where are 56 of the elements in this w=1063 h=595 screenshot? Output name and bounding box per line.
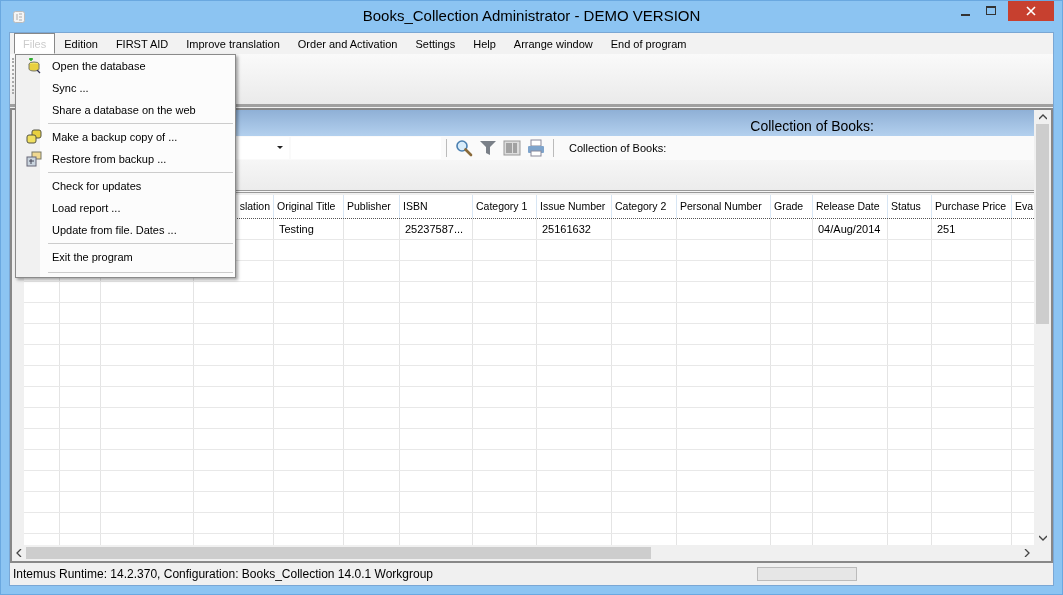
printer-icon[interactable] [527, 139, 545, 157]
scroll-up-icon[interactable] [1038, 114, 1047, 120]
menu-item[interactable]: FIRST AID [106, 33, 178, 54]
close-icon [1026, 6, 1036, 16]
column-header[interactable]: ISBN [400, 195, 473, 218]
menu-item[interactable]: Check for updates [16, 175, 235, 197]
restore-icon [26, 151, 42, 167]
scroll-thumb[interactable] [26, 547, 651, 559]
filter-icon[interactable] [479, 139, 497, 157]
menu-item[interactable]: Share a database on the web [16, 99, 235, 121]
caret-icon [277, 146, 283, 150]
database-plus-icon [26, 58, 42, 74]
menu-item[interactable]: End of program [601, 33, 696, 54]
column-header[interactable]: Status [888, 195, 932, 218]
menu-item[interactable]: Make a backup copy of ... [16, 126, 235, 148]
column-header[interactable]: Grade [771, 195, 813, 218]
status-text: Intemus Runtime: 14.2.370, Configuration: Books_Collection 14.0.1 Workgroup [13, 567, 434, 581]
scroll-down-icon[interactable] [1038, 535, 1047, 541]
column-header[interactable]: Category 1 [473, 195, 537, 218]
scroll-thumb[interactable] [1036, 124, 1049, 324]
menu-item[interactable]: Settings [406, 33, 465, 54]
menu-item[interactable]: Edition [55, 33, 107, 54]
menu-item[interactable]: Update from file. Dates ... [16, 219, 235, 241]
table-cell: 04/Aug/2014 [813, 219, 888, 239]
menu-item[interactable]: Improve translation [177, 33, 289, 54]
app-icon [13, 10, 25, 23]
menu-item[interactable]: Exit the program [16, 246, 235, 268]
menu-item[interactable]: Help [464, 33, 505, 54]
scroll-left-icon[interactable] [16, 549, 22, 557]
search-field[interactable] [291, 137, 441, 159]
menu-item[interactable]: Order and Activation [288, 33, 407, 54]
table-cell: 251 [932, 219, 1012, 239]
scroll-right-icon[interactable] [1024, 549, 1030, 557]
database-stack-icon [26, 129, 42, 145]
collection-label: Collection of Books: [569, 142, 667, 154]
menu-item[interactable]: Arrange window [504, 33, 602, 54]
menu-item[interactable]: Sync ... [16, 77, 235, 99]
search-icon[interactable] [455, 139, 473, 157]
barcode-icon[interactable] [503, 139, 521, 157]
table-cell: 25161632 [537, 219, 612, 239]
panel-title: Collection of Books: [750, 118, 874, 134]
column-header[interactable]: Category 2 [612, 195, 677, 218]
menu-item[interactable]: Load report ... [16, 197, 235, 219]
column-header[interactable]: Issue Number [537, 195, 612, 218]
column-header[interactable]: Personal Number [677, 195, 771, 218]
table-cell: 25237587... [400, 219, 473, 239]
table-cell: Testing [274, 219, 344, 239]
minimize-icon [960, 14, 970, 16]
column-header[interactable]: Purchase Price [932, 195, 1012, 218]
menu-item[interactable]: Restore from backup ... [16, 148, 235, 170]
column-header[interactable]: Original Title [274, 195, 344, 218]
column-header[interactable]: Release Date [813, 195, 888, 218]
menu-item[interactable]: Open the database [16, 55, 235, 77]
maximize-icon [986, 6, 996, 16]
window-title: Books_Collection Administrator - DEMO VERSION [362, 7, 701, 24]
column-header[interactable]: Publisher [344, 195, 400, 218]
